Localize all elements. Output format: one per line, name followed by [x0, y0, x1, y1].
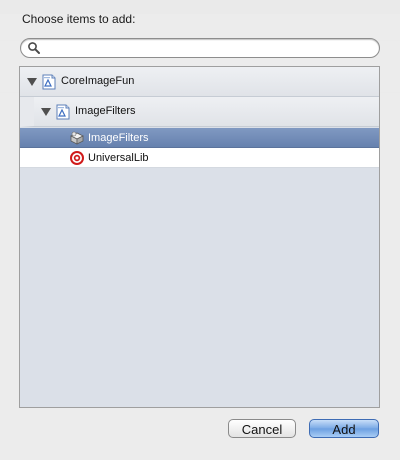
tree-row-label: CoreImageFun — [61, 75, 135, 87]
project-icon — [56, 104, 70, 120]
dialog-title: Choose items to add: — [22, 12, 136, 26]
tree-row-subproject[interactable]: ImageFilters — [20, 97, 379, 127]
search-input[interactable] — [43, 40, 373, 55]
search-field[interactable] — [20, 38, 380, 58]
cancel-button[interactable]: Cancel — [228, 419, 296, 438]
disclosure-triangle-icon[interactable] — [27, 78, 37, 86]
disclosure-triangle-icon[interactable] — [41, 108, 51, 116]
tree-row-label: ImageFilters — [88, 132, 149, 144]
tree-row-label: UniversalLib — [88, 152, 149, 164]
tree-row-project[interactable]: CoreImageFun — [20, 67, 379, 97]
search-icon — [28, 42, 40, 54]
add-button[interactable]: Add — [309, 419, 379, 438]
project-icon — [42, 74, 56, 90]
tree-row-label: ImageFilters — [75, 105, 136, 117]
items-outline[interactable]: CoreImageFun ImageFilters ImageFilters U… — [19, 66, 380, 408]
aggregate-target-icon — [70, 151, 84, 165]
tree-row-target-selected[interactable]: ImageFilters — [20, 128, 379, 148]
static-library-target-icon — [70, 131, 84, 145]
add-items-sheet: Choose items to add: CoreImageFun ImageF… — [0, 0, 400, 460]
tree-row-target[interactable]: UniversalLib — [20, 148, 379, 168]
